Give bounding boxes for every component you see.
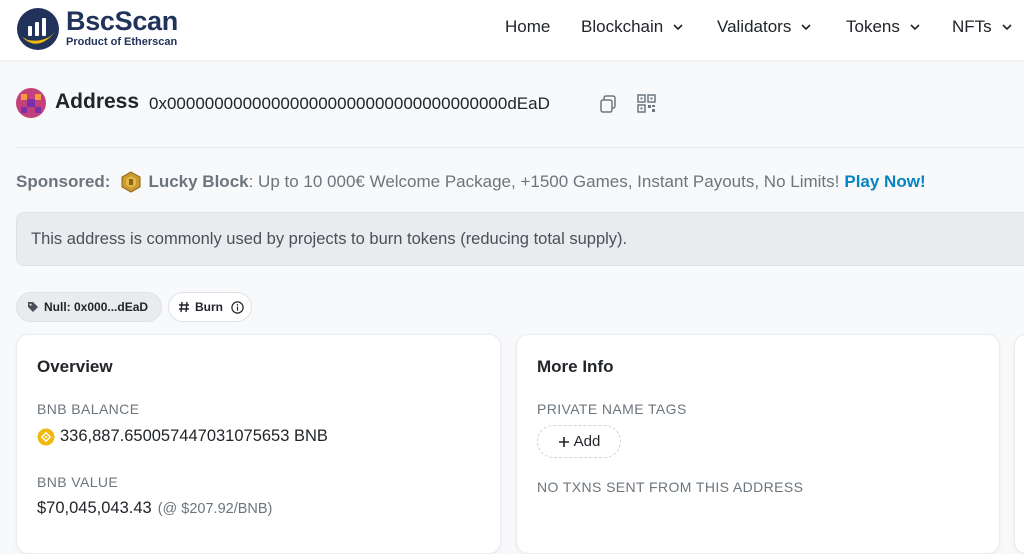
- plus-icon: [558, 436, 569, 447]
- no-txns-label: NO TXNS SENT FROM THIS ADDRESS: [537, 479, 804, 495]
- null-tag-label: Null: 0x000...dEaD: [44, 300, 149, 314]
- more-info-card: More Info PRIVATE NAME TAGS Add NO TXNS …: [516, 334, 1000, 554]
- nav-tokens-label: Tokens: [846, 17, 900, 36]
- play-now-link[interactable]: Play Now!: [844, 172, 925, 192]
- tag-icon: [28, 302, 38, 312]
- section-divider: [16, 147, 1024, 148]
- copy-icon[interactable]: [598, 94, 618, 114]
- bscscan-logo-icon[interactable]: [16, 7, 60, 51]
- chevron-down-icon: [673, 24, 683, 31]
- more-info-title: More Info: [537, 357, 614, 376]
- sponsored-brand[interactable]: Lucky Block: [148, 172, 248, 192]
- address-label: Address: [55, 90, 140, 113]
- nav-blockchain-label: Blockchain: [581, 17, 664, 36]
- bnb-coin-icon: [37, 428, 55, 445]
- bnb-value: $70,045,043.43 (@ $207.92/BNB): [37, 499, 272, 518]
- bnb-balance-value: 336,887.650057447031075653 BNB: [37, 427, 328, 446]
- qr-code-icon[interactable]: [637, 94, 656, 113]
- multichain-card-edge: [1014, 334, 1024, 554]
- burn-tag-badge[interactable]: Burn: [168, 292, 252, 322]
- bnb-balance-text: 336,887.650057447031075653 BNB: [60, 427, 328, 445]
- bnb-balance-label: BNB BALANCE: [37, 401, 140, 417]
- top-header: BscScan Product of Etherscan Home Blockc…: [0, 0, 1024, 60]
- chevron-down-icon: [1002, 24, 1012, 31]
- address-hash: 0x000000000000000000000000000000000000dE…: [149, 94, 550, 113]
- overview-title: Overview: [37, 357, 113, 376]
- alert-text: This address is commonly used by project…: [31, 230, 628, 248]
- chevron-down-icon: [910, 24, 920, 31]
- add-name-tag-button[interactable]: Add: [537, 425, 621, 458]
- nav-blockchain[interactable]: Blockchain: [581, 17, 684, 37]
- nav-validators-label: Validators: [717, 17, 792, 36]
- burn-tag-label: Burn: [195, 300, 223, 314]
- bnb-value-rate: (@ $207.92/BNB): [157, 500, 273, 517]
- null-tag-badge[interactable]: Null: 0x000...dEaD: [16, 292, 162, 322]
- nav-home-label: Home: [505, 17, 551, 36]
- nav-validators[interactable]: Validators: [717, 17, 812, 37]
- sponsored-text: : Up to 10 000€ Welcome Package, +1500 G…: [248, 172, 840, 191]
- address-avatar-icon: [16, 88, 46, 118]
- burn-address-alert: This address is commonly used by project…: [16, 212, 1024, 266]
- bnb-value-label: BNB VALUE: [37, 474, 119, 490]
- hash-icon: [179, 301, 189, 313]
- nav-nfts[interactable]: NFTs: [952, 17, 1013, 37]
- sponsored-label: Sponsored:: [16, 172, 111, 191]
- nav-home[interactable]: Home: [505, 17, 550, 37]
- private-name-tags-label: PRIVATE NAME TAGS: [537, 401, 687, 417]
- lucky-block-logo-icon[interactable]: [120, 171, 142, 193]
- sponsored-banner: Sponsored: Lucky Block : Up to 10 000€ W…: [16, 171, 926, 193]
- chevron-down-icon: [801, 24, 811, 31]
- add-button-label: Add: [573, 433, 601, 450]
- brand-subtitle: Product of Etherscan: [66, 36, 178, 48]
- overview-card: Overview BNB BALANCE 336,887.65005744703…: [16, 334, 501, 554]
- bnb-value-amount: $70,045,043.43: [37, 499, 152, 517]
- nav-nfts-label: NFTs: [952, 17, 992, 36]
- nav-tokens[interactable]: Tokens: [846, 17, 921, 37]
- info-icon[interactable]: [231, 300, 244, 314]
- brand-name[interactable]: BscScan: [66, 6, 178, 37]
